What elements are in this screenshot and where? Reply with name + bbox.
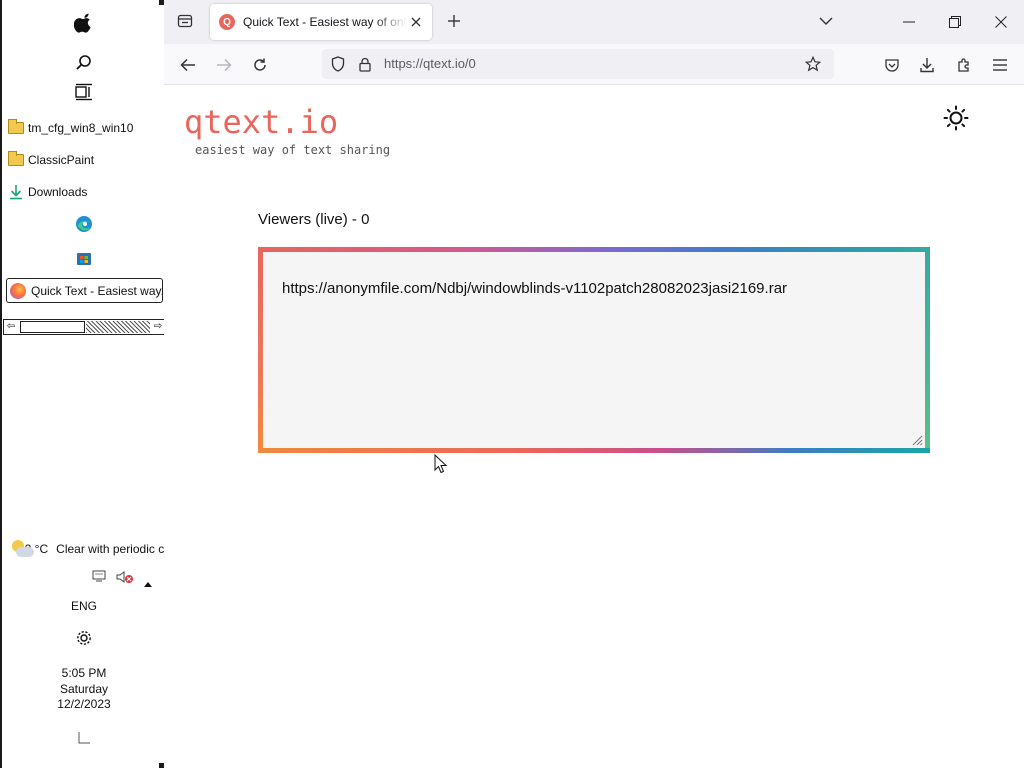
theme-toggle-sun-icon[interactable] — [942, 104, 970, 132]
language-indicator[interactable]: ENG — [2, 599, 166, 613]
settings-gear-icon[interactable] — [74, 628, 94, 648]
folder-icon — [8, 119, 24, 134]
mouse-cursor-icon — [434, 454, 448, 474]
firefox-view-icon[interactable] — [174, 10, 196, 32]
taskbar-item-label: ClassicPaint — [28, 153, 95, 167]
new-tab-plus-icon[interactable] — [444, 11, 464, 31]
firefox-icon — [10, 282, 26, 299]
taskbar-item-downloads[interactable]: Downloads — [8, 180, 87, 204]
weather-desc: Clear with periodic clouds — [56, 542, 166, 556]
taskbar-item-label: tm_cfg_win8_win10 — [28, 121, 134, 135]
search-icon[interactable] — [74, 53, 94, 73]
resize-grip-icon[interactable] — [911, 434, 923, 446]
network-icon[interactable] — [92, 570, 108, 582]
site-logo[interactable]: qtext.io — [184, 103, 338, 141]
back-arrow-icon[interactable] — [176, 53, 200, 77]
clock-date[interactable]: 12/2/2023 — [2, 697, 166, 711]
close-window-icon[interactable] — [986, 8, 1016, 36]
reload-icon[interactable] — [248, 53, 272, 77]
firefox-window: Q Quick Text - Easiest way of online tex… — [164, 0, 1024, 768]
tab-quick-text[interactable]: Q Quick Text - Easiest way of online tex… — [210, 4, 432, 40]
task-view-icon[interactable] — [74, 82, 94, 102]
downloads-icon[interactable] — [915, 53, 939, 77]
screen: tm_cfg_win8_win10 ClassicPaint Downloads… — [0, 0, 1024, 768]
tray-overflow-icon[interactable] — [144, 580, 152, 588]
minimize-icon[interactable] — [894, 8, 924, 36]
app-menu-hamburger-icon[interactable] — [988, 53, 1012, 77]
clock-time[interactable]: 5:05 PM — [2, 666, 166, 680]
qtext-favicon-icon: Q — [219, 14, 235, 30]
scroll-track[interactable] — [86, 321, 150, 333]
shared-text-content[interactable]: https://anonymfile.com/Ndbj/windowblinds… — [282, 280, 787, 297]
viewers-count: Viewers (live) - 0 — [258, 211, 370, 228]
scroll-right-icon[interactable]: ⇨ — [151, 320, 165, 334]
textbox-gradient-border: https://anonymfile.com/Ndbj/windowblinds… — [258, 247, 930, 453]
tab-close-icon[interactable] — [408, 14, 424, 30]
restore-icon[interactable] — [940, 8, 970, 36]
edge-icon[interactable] — [74, 214, 94, 234]
volume-muted-icon[interactable] — [116, 570, 134, 584]
navigation-toolbar: https://qtext.io/0 — [164, 44, 1024, 85]
scroll-thumb[interactable] — [20, 321, 85, 333]
show-desktop-icon[interactable] — [74, 728, 94, 748]
store-icon[interactable] — [74, 248, 94, 268]
forward-arrow-icon[interactable] — [212, 53, 236, 77]
page-content: qtext.io easiest way of text sharing Vie… — [164, 85, 1024, 768]
url-text[interactable]: https://qtext.io/0 — [384, 56, 476, 71]
shared-text-area[interactable]: https://anonymfile.com/Ndbj/windowblinds… — [263, 252, 925, 448]
taskbar-active-firefox[interactable]: Quick Text - Easiest way... — [6, 278, 163, 303]
taskbar-item-classicpaint[interactable]: ClassicPaint — [8, 148, 94, 172]
taskbar-item-label: Downloads — [28, 185, 88, 199]
pocket-icon[interactable] — [880, 53, 904, 77]
bookmark-star-icon[interactable] — [804, 55, 822, 73]
taskbar: tm_cfg_win8_win10 ClassicPaint Downloads… — [0, 0, 166, 768]
download-icon — [10, 185, 22, 200]
lock-icon[interactable] — [356, 55, 374, 73]
site-tagline: easiest way of text sharing — [195, 143, 391, 157]
folder-icon — [8, 151, 24, 166]
weather-widget[interactable]: 12 °C Clear with periodic clouds — [10, 540, 166, 558]
tab-title: Quick Text - Easiest way of online text … — [243, 15, 407, 29]
taskbar-item-tm-cfg[interactable]: tm_cfg_win8_win10 — [8, 116, 133, 140]
clock-day[interactable]: Saturday — [2, 682, 166, 696]
list-all-tabs-chevron-icon[interactable] — [816, 11, 836, 31]
extensions-puzzle-icon[interactable] — [952, 53, 976, 77]
active-task-label: Quick Text - Easiest way... — [31, 283, 163, 298]
taskbar-scrollbar[interactable]: ⇦ ⇨ — [3, 319, 166, 335]
tab-strip: Q Quick Text - Easiest way of online tex… — [164, 0, 1024, 44]
start-menu-icon[interactable] — [74, 13, 94, 33]
scroll-left-icon[interactable]: ⇦ — [4, 320, 18, 334]
url-bar[interactable]: https://qtext.io/0 — [322, 49, 834, 79]
tracking-protection-shield-icon[interactable] — [329, 55, 347, 73]
